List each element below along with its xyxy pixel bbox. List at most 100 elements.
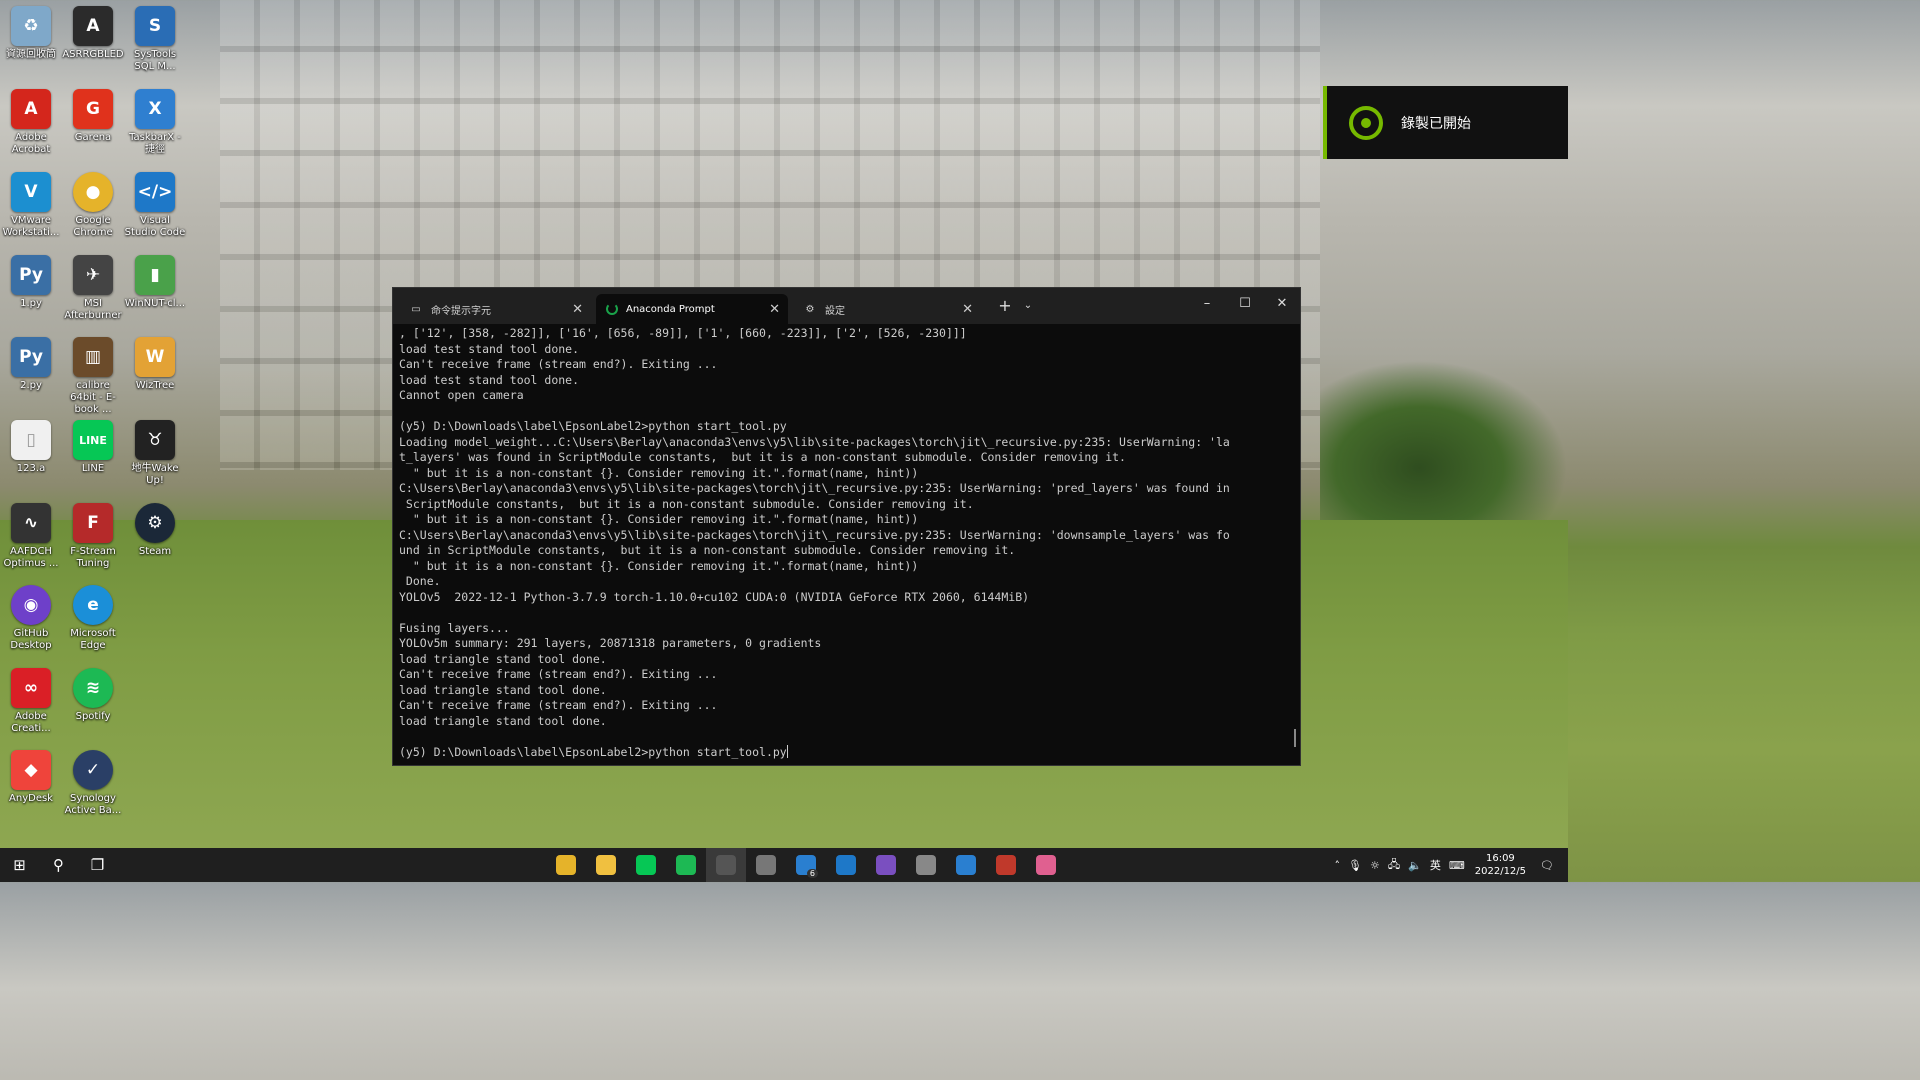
tab-label: Anaconda Prompt: [626, 303, 715, 315]
desktop-icon-spotify[interactable]: ≋ Spotify: [62, 668, 124, 723]
desktop-icon-chrome[interactable]: ● Google Chrome: [62, 172, 124, 239]
terminal-line: load triangle stand tool done.: [399, 713, 607, 728]
desktop-icon-fstream[interactable]: F F-Stream Tuning: [62, 503, 124, 570]
aafdch-icon: ∿: [11, 503, 51, 543]
terminal-line: " but it is a non-constant {}. Consider …: [399, 558, 919, 573]
network-icon[interactable]: 🖧: [1388, 856, 1400, 875]
close-icon[interactable]: ✕: [962, 302, 973, 317]
start-button[interactable]: ⊞: [0, 848, 39, 882]
asrock-icon: A: [73, 6, 113, 46]
taskbar-app-settings[interactable]: [906, 848, 946, 882]
desktop-icon-earthquake[interactable]: ♉ 地牛Wake Up!: [124, 420, 186, 487]
taskbar-app-line[interactable]: [626, 848, 666, 882]
maximize-button[interactable]: ☐: [1227, 288, 1263, 318]
close-icon[interactable]: ✕: [572, 302, 583, 317]
taskbar-app-vscode[interactable]: [826, 848, 866, 882]
title-bar[interactable]: ▭ 命令提示字元 ✕ Anaconda Prompt ✕ ⚙ 設定 ✕ + ⌄ …: [393, 288, 1300, 324]
tab-label: 命令提示字元: [431, 305, 491, 317]
taskbar-app-chrome[interactable]: [546, 848, 586, 882]
mail-badge: 6: [806, 869, 818, 878]
desktop-icon-creative-cloud[interactable]: ∞ Adobe Creati...: [0, 668, 62, 735]
taskbar-app-file-explorer[interactable]: [586, 848, 626, 882]
taskbar-app-visual-studio[interactable]: [866, 848, 906, 882]
wiztree-icon: W: [135, 337, 175, 377]
brightness-icon[interactable]: ☼: [1370, 859, 1380, 872]
terminal-icon: [716, 855, 736, 875]
desktop-icon-taskbarx[interactable]: X TaskbarX - 捷徑: [124, 89, 186, 156]
desktop-icon-winnut[interactable]: ▮ WinNUT-cl...: [124, 255, 186, 310]
chevron-up-icon[interactable]: ˄: [1335, 859, 1341, 872]
file-explorer-icon: [596, 855, 616, 875]
task-view-button[interactable]: ❐: [78, 848, 117, 882]
terminal-line: und in ScriptModule constants, but it is…: [399, 543, 1016, 557]
desktop-icon-garena[interactable]: G Garena: [62, 89, 124, 144]
terminal-line: C:\Users\Berlay\anaconda3\envs\y5\lib\si…: [399, 481, 1230, 495]
terminal-line: (y5) D:\Downloads\label\EpsonLabel2>pyth…: [399, 419, 787, 433]
close-icon[interactable]: ✕: [769, 302, 780, 317]
desktop-icon-vscode[interactable]: </> Visual Studio Code: [124, 172, 186, 239]
line-icon: LINE: [73, 420, 113, 460]
terminal-line: load test stand tool done.: [399, 372, 580, 387]
desktop-icon-systools[interactable]: S SysTools SQL M...: [124, 6, 186, 73]
terminal-window[interactable]: ▭ 命令提示字元 ✕ Anaconda Prompt ✕ ⚙ 設定 ✕ + ⌄ …: [392, 287, 1301, 766]
clock[interactable]: 16:09 2022/12/5: [1475, 852, 1526, 878]
desktop-icon-github[interactable]: ◉ GitHub Desktop: [0, 585, 62, 652]
vscode-icon: [836, 855, 856, 875]
taskbar-app-chatgpt[interactable]: [746, 848, 786, 882]
text-cursor: [786, 744, 788, 758]
gear-icon: ⚙: [805, 303, 815, 315]
taskbar: ⊞ ⚲ ❐ 6 ˄ 🎙 ☼ 🖧 🔈 英 ⌨ 16:09 2022/12/5 🗨: [0, 848, 1568, 882]
desktop-icon-edge[interactable]: e Microsoft Edge: [62, 585, 124, 652]
desktop-icon-asrrgbled[interactable]: A ASRRGBLED: [62, 6, 124, 61]
ime-indicator[interactable]: 英: [1430, 857, 1441, 873]
terminal-line: load test stand tool done.: [399, 341, 580, 356]
chatgpt-icon: [756, 855, 776, 875]
close-window-button[interactable]: ✕: [1264, 288, 1300, 318]
volume-icon[interactable]: 🔈: [1408, 859, 1422, 872]
keyboard-icon[interactable]: ⌨: [1449, 859, 1465, 872]
scrollbar[interactable]: [1294, 729, 1296, 747]
terminal-line: Can't receive frame (stream end?). Exiti…: [399, 357, 718, 371]
search-button[interactable]: ⚲: [39, 848, 78, 882]
prompt-line[interactable]: (y5) D:\Downloads\label\EpsonLabel2>pyth…: [399, 744, 1292, 761]
tab-command-prompt[interactable]: ▭ 命令提示字元 ✕: [399, 294, 591, 324]
file-icon: ▯: [11, 420, 51, 460]
desktop-icon-msi-afterburner[interactable]: ✈ MSI Afterburner: [62, 255, 124, 322]
desktop-icon-steam[interactable]: ⚙ Steam: [124, 503, 186, 558]
microphone-icon[interactable]: 🎙: [1348, 859, 1362, 872]
taskbar-app-app-blue[interactable]: [946, 848, 986, 882]
taskbar-app-app-red[interactable]: [986, 848, 1026, 882]
desktop-icon-recycle-bin[interactable]: ♻ 資源回收筒: [0, 6, 62, 61]
recording-notification[interactable]: 錄製已開始: [1323, 86, 1568, 159]
tab-dropdown-button[interactable]: ⌄: [1015, 290, 1041, 320]
chrome-icon: [556, 855, 576, 875]
desktop-icon-123a[interactable]: ▯ 123.a: [0, 420, 62, 475]
desktop-icon-calibre[interactable]: ▥ calibre 64bit - E-book ...: [62, 337, 124, 416]
github-icon: ◉: [11, 585, 51, 625]
tab-anaconda-prompt[interactable]: Anaconda Prompt ✕: [596, 294, 788, 324]
desktop-icon-2py[interactable]: Py 2.py: [0, 337, 62, 392]
taskbar-app-spotify[interactable]: [666, 848, 706, 882]
desktop-icon-aafdch[interactable]: ∿ AAFDCH Optimus ...: [0, 503, 62, 570]
terminal-line: load triangle stand tool done.: [399, 682, 607, 697]
terminal-line: Done.: [399, 574, 441, 588]
chrome-icon: ●: [73, 172, 113, 212]
desktop-icon-1py[interactable]: Py 1.py: [0, 255, 62, 310]
desktop-icon-anydesk[interactable]: ◆ AnyDesk: [0, 750, 62, 805]
terminal-output[interactable]: , ['12', [358, -282]], ['16', [656, -89]…: [399, 326, 1292, 761]
taskbar-app-terminal[interactable]: [706, 848, 746, 882]
settings-icon: [916, 855, 936, 875]
tab-settings[interactable]: ⚙ 設定 ✕: [793, 294, 981, 324]
taskbar-app-mail[interactable]: 6: [786, 848, 826, 882]
app-red-icon: [996, 855, 1016, 875]
desktop-icon-synology[interactable]: ✓ Synology Active Ba...: [62, 750, 124, 817]
desktop-icon-wiztree[interactable]: W WizTree: [124, 337, 186, 392]
taskbar-left: ⊞ ⚲ ❐: [0, 848, 117, 882]
desktop-icon-acrobat[interactable]: A Adobe Acrobat: [0, 89, 62, 156]
notification-center-icon[interactable]: 🗨: [1540, 859, 1554, 872]
desktop-icon-line[interactable]: LINE LINE: [62, 420, 124, 475]
desktop-icon-vmware[interactable]: V VMware Workstati...: [0, 172, 62, 239]
minimize-button[interactable]: –: [1189, 288, 1225, 318]
terminal-line: YOLOv5 2022-12-1 Python-3.7.9 torch-1.10…: [399, 589, 1030, 604]
taskbar-app-app-drop[interactable]: [1026, 848, 1066, 882]
